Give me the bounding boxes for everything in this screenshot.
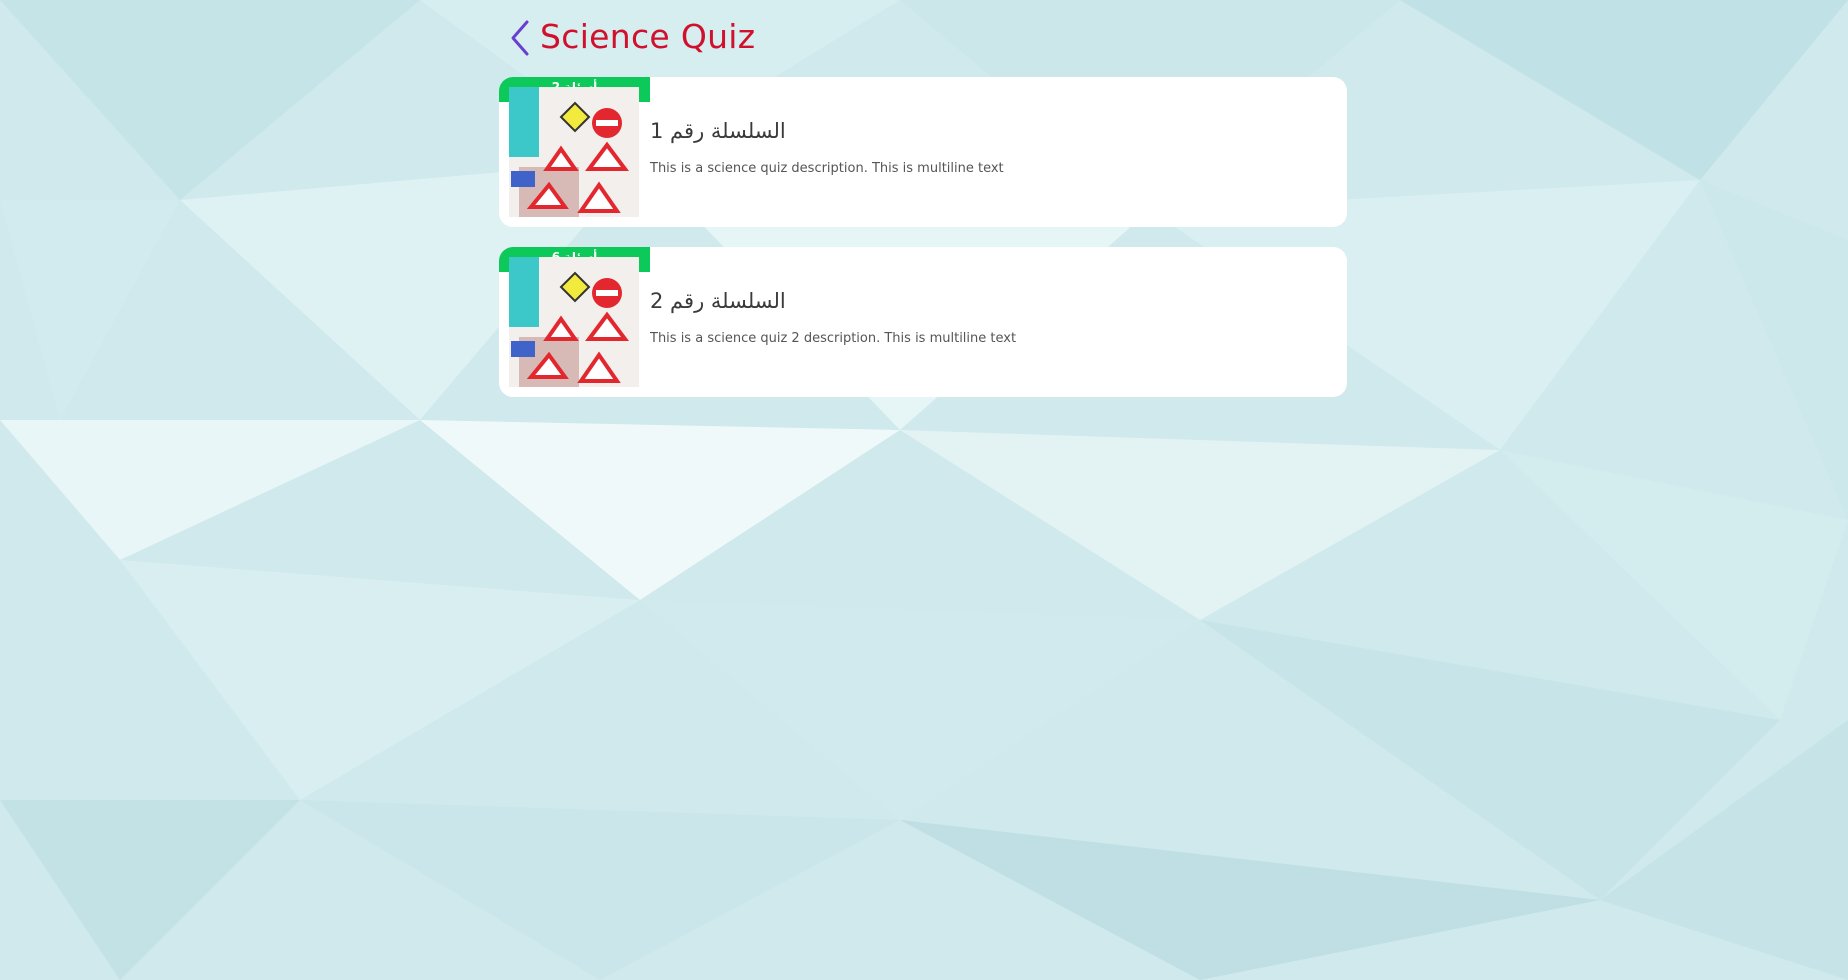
road-signs-image xyxy=(509,87,639,217)
chevron-left-icon xyxy=(511,20,529,56)
quiz-description: This is a science quiz description. This… xyxy=(650,161,1004,176)
page-title: Science Quiz xyxy=(540,16,756,56)
back-button[interactable] xyxy=(506,16,534,60)
quiz-description: This is a science quiz 2 description. Th… xyxy=(650,331,1017,346)
quiz-title: السلسلة رقم 2 xyxy=(650,289,786,313)
quiz-title: السلسلة رقم 1 xyxy=(650,119,786,143)
quiz-card-1[interactable]: أسئلة 2 السلسلة رقم 1 This is a science … xyxy=(499,77,1347,227)
quiz-list-screen: Science Quiz أسئلة 2 السلسلة رقم 1 This … xyxy=(0,0,1848,980)
quiz-card-2[interactable]: أسئلة 6 السلسلة رقم 2 This is a science … xyxy=(499,247,1347,397)
header: Science Quiz xyxy=(506,14,755,62)
road-signs-image xyxy=(509,257,639,387)
